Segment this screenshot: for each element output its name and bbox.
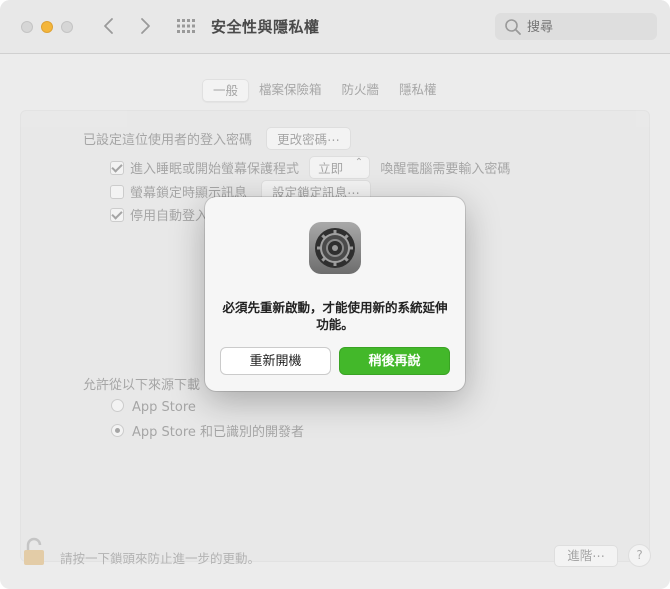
app-store-label: App Store — [132, 400, 196, 415]
password-label: 已設定這位使用者的登入密碼 — [83, 133, 253, 148]
title-bar: 安全性與隱私權 — [0, 0, 670, 54]
require-password-label: 進入睡眠或開始螢幕保護程式 — [130, 162, 300, 177]
grid-icon — [177, 19, 195, 33]
show-all-grid-button[interactable] — [176, 18, 196, 34]
tab-bar: 一般 檔案保險箱 防火牆 隱私權 — [202, 79, 447, 102]
tab-filevault[interactable]: 檔案保險箱 — [249, 79, 332, 100]
search-input[interactable] — [525, 17, 649, 37]
search-icon — [505, 19, 521, 35]
require-password-suffix: 喚醒電腦需要輸入密碼 — [380, 162, 511, 177]
zoom-window-button[interactable] — [61, 21, 73, 33]
minimize-window-button[interactable] — [41, 21, 53, 33]
gear-icon — [309, 222, 361, 274]
later-button[interactable]: 稍後再說 — [339, 347, 450, 375]
allow-identified-row: App Store 和已識別的開發者 — [111, 421, 304, 440]
allow-apps-label: 允許從以下來源下載 — [83, 378, 201, 393]
system-preferences-icon — [308, 221, 362, 275]
lock-button[interactable] — [22, 536, 46, 566]
chevron-right-icon — [141, 18, 150, 34]
tab-firewall[interactable]: 防火牆 — [332, 79, 390, 100]
require-password-checkbox[interactable] — [110, 161, 124, 175]
tab-privacy[interactable]: 隱私權 — [389, 79, 447, 100]
advanced-button[interactable]: 進階⋯ — [554, 545, 618, 567]
change-password-button[interactable]: 更改密碼⋯ — [266, 127, 351, 150]
app-store-identified-label: App Store 和已識別的開發者 — [132, 425, 305, 440]
restart-dialog: 必須先重新啟動，才能使用新的系統延伸功能。 重新開機 稍後再說 — [205, 197, 465, 391]
help-button[interactable]: ? — [628, 544, 651, 567]
system-preferences-window: 安全性與隱私權 一般 檔案保險箱 防火牆 隱私權 已設定這位使用者的登入密碼 更… — [0, 0, 670, 589]
search-box[interactable] — [495, 13, 657, 40]
auto-login-row: 停用自動登入 — [110, 205, 208, 224]
dialog-message: 必須先重新啟動，才能使用新的系統延伸功能。 — [222, 300, 448, 332]
password-row: 已設定這位使用者的登入密碼 更改密碼⋯ — [83, 127, 351, 150]
disable-auto-login-checkbox[interactable] — [110, 208, 124, 222]
lock-icon — [24, 537, 44, 565]
lock-hint-text: 請按一下鎖頭來防止進一步的更動。 — [60, 551, 261, 566]
forward-button[interactable] — [134, 15, 156, 37]
require-password-row: 進入睡眠或開始螢幕保護程式 立即 喚醒電腦需要輸入密碼 — [110, 156, 510, 179]
app-store-radio[interactable] — [111, 399, 124, 412]
window-title: 安全性與隱私權 — [211, 18, 320, 36]
close-window-button[interactable] — [21, 21, 33, 33]
back-button[interactable] — [98, 15, 120, 37]
require-password-select[interactable]: 立即 — [309, 156, 371, 179]
disable-auto-login-label: 停用自動登入 — [130, 209, 209, 224]
allow-app-store-row: App Store — [111, 399, 196, 415]
restart-button[interactable]: 重新開機 — [220, 347, 331, 375]
chevron-left-icon — [104, 18, 113, 34]
app-store-identified-radio[interactable] — [111, 424, 124, 437]
tab-general[interactable]: 一般 — [202, 79, 250, 102]
lock-message-checkbox[interactable] — [110, 185, 124, 199]
